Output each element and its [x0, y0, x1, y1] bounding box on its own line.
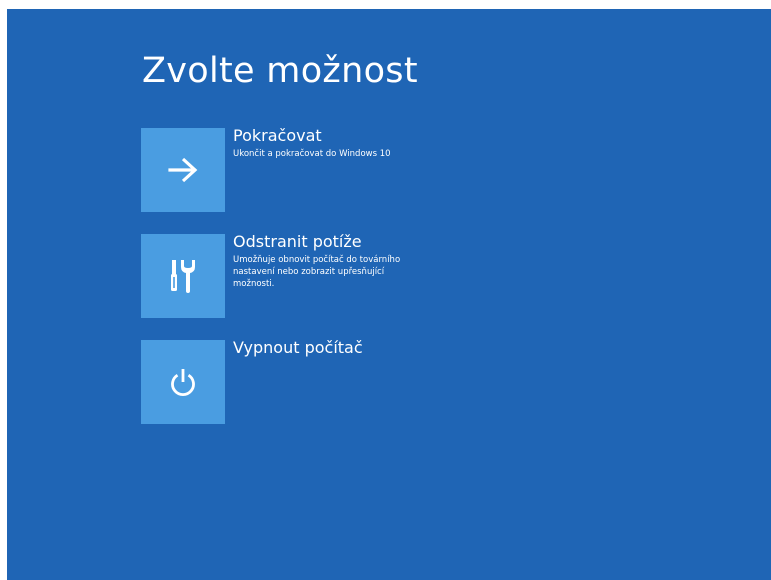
option-shutdown[interactable]: Vypnout počítač [141, 337, 561, 424]
options-list: Pokračovat Ukončit a pokračovat do Windo… [141, 125, 561, 446]
option-tile-continue[interactable] [141, 128, 225, 212]
option-label[interactable]: Pokračovat [233, 125, 533, 147]
option-description: Umožňuje obnovit počítač do továrního na… [233, 255, 401, 289]
option-troubleshoot[interactable]: Odstranit potíže Umožňuje obnovit počíta… [141, 231, 561, 318]
option-label[interactable]: Vypnout počítač [233, 337, 533, 359]
arrow-right-icon [168, 157, 198, 183]
option-tile-troubleshoot[interactable] [141, 234, 225, 318]
power-icon [168, 367, 198, 397]
option-text-troubleshoot: Odstranit potíže Umožňuje obnovit počíta… [233, 231, 533, 290]
option-text-shutdown: Vypnout počítač [233, 337, 533, 360]
option-text-continue: Pokračovat Ukončit a pokračovat do Windo… [233, 125, 533, 160]
page-title: Zvolte možnost [142, 51, 418, 91]
option-description: Ukončit a pokračovat do Windows 10 [233, 149, 391, 159]
recovery-screen: Zvolte možnost Pokračovat Ukončit a pokr… [7, 9, 771, 580]
option-label[interactable]: Odstranit potíže [233, 231, 533, 253]
option-continue[interactable]: Pokračovat Ukončit a pokračovat do Windo… [141, 125, 561, 212]
tools-icon [169, 258, 197, 294]
option-tile-shutdown[interactable] [141, 340, 225, 424]
